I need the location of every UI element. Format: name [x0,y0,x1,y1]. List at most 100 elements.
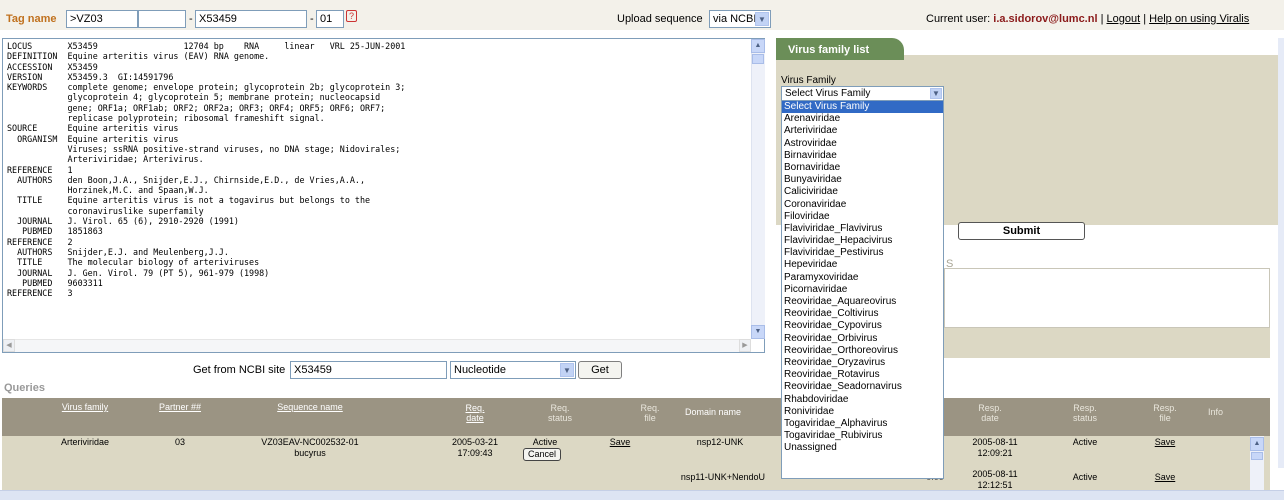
row2-resp-file-save[interactable]: Save [1145,472,1185,482]
upload-option: via NCBI [713,13,757,25]
virus-family-option[interactable]: Paramyxoviridae [782,272,943,284]
virus-family-option[interactable]: Select Virus Family [782,101,943,114]
scroll-left-icon[interactable]: ◀ [3,339,15,352]
scroll-down-icon[interactable]: ▼ [751,325,765,339]
upload-label: Upload sequence [617,13,703,25]
virus-family-option[interactable]: Flaviviridae_Hepacivirus [782,235,943,247]
row1-resp-date: 2005-08-11 12:09:21 [972,437,1018,458]
chevron-down-icon: ▼ [755,12,769,26]
tag-field-4[interactable] [316,10,344,28]
virus-family-option[interactable]: Arteriviridae [782,125,943,137]
scroll-thumb[interactable] [752,54,764,64]
virus-family-select[interactable]: Select Virus Family ▼ [781,86,944,101]
row1-req-date: 2005-03-21 17:09:43 [451,437,499,458]
page-hscrollbar[interactable] [0,490,1284,500]
virus-family-selected: Select Virus Family [785,88,871,99]
textarea-scrollbar[interactable] [751,39,765,339]
separator: | [1100,13,1104,25]
virus-family-option[interactable]: Togaviridae_Alphavirus [782,418,943,430]
virus-family-option[interactable]: Togaviridae_Rubivirus [782,430,943,442]
virus-family-option[interactable]: Reoviridae_Oryzavirus [782,357,943,369]
virus-family-option[interactable]: Reoviridae_Coltivirus [782,308,943,320]
page-scrollbar[interactable] [1278,38,1284,468]
chevron-down-icon: ▼ [930,88,942,99]
col-resp-file: Resp. file [1153,403,1177,423]
row2-resp-date: 2005-08-11 12:12:51 [972,469,1018,490]
col-domain-name: Domain name [685,407,742,417]
col-req-file: Req. file [640,403,660,423]
tab-virus-family-list[interactable]: Virus family list [776,38,904,60]
virus-family-option[interactable]: Arenaviridae [782,113,943,125]
virus-family-option[interactable]: Bunyaviridae [782,174,943,186]
virus-family-option[interactable]: Rhabdoviridae [782,394,943,406]
virus-family-option[interactable]: Unassigned [782,442,943,454]
tag-name-label: Tag name [6,13,57,25]
virus-family-option[interactable]: Coronaviridae [782,199,943,211]
virus-family-option[interactable]: Reoviridae_Orbivirus [782,333,943,345]
virus-family-option[interactable]: Reoviridae_Aquareovirus [782,296,943,308]
row1-resp-status: Active [1072,437,1098,447]
ncbi-accession-input[interactable] [290,361,447,379]
ncbi-label: Get from NCBI site [193,364,286,376]
scroll-right-icon[interactable]: ▶ [739,339,751,352]
row1-domain-name: nsp12-UNK [696,437,744,447]
virus-family-option[interactable]: Reoviridae_Cypovirus [782,320,943,332]
genbank-textarea[interactable]: LOCUS X53459 12704 bp RNA linear VRL 25-… [2,38,765,353]
table-scroll-thumb[interactable] [1251,452,1263,460]
row2-domain-name: nsp11-UNK+NendoU [680,472,766,482]
virus-family-label: Virus Family [781,75,836,86]
virus-family-option[interactable]: Flaviviridae_Flavivirus [782,223,943,235]
col-req-status: Req. status [547,403,572,423]
row1-resp-file-save[interactable]: Save [1145,437,1185,447]
help-icon[interactable]: ? [346,10,357,22]
row1-sequence-name: VZ03EAV-NC002532-01 bucyrus [261,437,359,458]
virus-family-option[interactable]: Reoviridae_Rotavirus [782,369,943,381]
current-user-label: Current user: [926,13,991,25]
virus-family-option[interactable]: Reoviridae_Orthoreovirus [782,345,943,357]
table-scroll-up-icon[interactable]: ▲ [1250,437,1264,451]
row2-resp-status: Active [1072,472,1098,482]
chevron-down-icon: ▼ [560,363,574,377]
virus-family-option[interactable]: Flaviviridae_Pestivirus [782,247,943,259]
virus-family-option[interactable]: Bornaviridae [782,162,943,174]
tag-separator-2: - [310,13,314,25]
col-req-date[interactable]: Req. date [452,403,498,423]
help-link[interactable]: Help on using Viralis [1149,13,1249,25]
row1-virus-family: Arteriviridae [60,437,109,447]
upload-select[interactable]: via NCBI ▼ [709,10,771,28]
col-resp-date: Resp. date [978,403,1002,423]
col-resp-status: Resp. status [1072,403,1097,423]
virus-family-dropdown-list[interactable]: Select Virus Family Arenaviridae Arterivir… [781,100,944,479]
virus-family-option[interactable]: Caliciviridae [782,186,943,198]
tag-separator: - [189,13,193,25]
textarea-hscrollbar[interactable] [3,339,751,352]
separator: | [1143,13,1147,25]
logout-link[interactable]: Logout [1107,13,1141,25]
cancel-button[interactable]: Cancel [523,448,561,461]
row1-partner: 03 [174,437,185,447]
virus-family-option[interactable]: Filoviridae [782,211,943,223]
get-button[interactable]: Get [578,361,622,379]
ncbi-db-option: Nucleotide [454,364,506,376]
queries-title: Queries [4,382,45,394]
tag-field-2[interactable] [138,10,186,28]
virus-family-option[interactable]: Roniviridae [782,406,943,418]
virus-family-option[interactable]: Birnaviridae [782,150,943,162]
col-partner[interactable]: Partner ## [150,402,210,412]
scroll-up-icon[interactable]: ▲ [751,39,765,53]
col-sequence-name[interactable]: Sequence name [250,402,370,412]
tag-field-1[interactable] [66,10,138,28]
user-bar: Current user: i.a.sidorov@lumc.nl | Logo… [926,13,1249,25]
virus-family-option[interactable]: Hepeviridae [782,259,943,271]
virus-family-option[interactable]: Astroviridae [782,138,943,150]
row1-req-status: Active [532,437,558,447]
col-info: Info [1208,407,1224,417]
submit-button[interactable]: Submit [958,222,1085,240]
virus-family-option[interactable]: Picornaviridae [782,284,943,296]
tag-field-3[interactable] [195,10,307,28]
results-box [944,268,1270,328]
ncbi-db-select[interactable]: Nucleotide ▼ [450,361,576,379]
col-virus-family[interactable]: Virus family [40,402,130,412]
virus-family-option[interactable]: Reoviridae_Seadornavirus [782,381,943,393]
row1-req-file-save[interactable]: Save [600,437,640,447]
